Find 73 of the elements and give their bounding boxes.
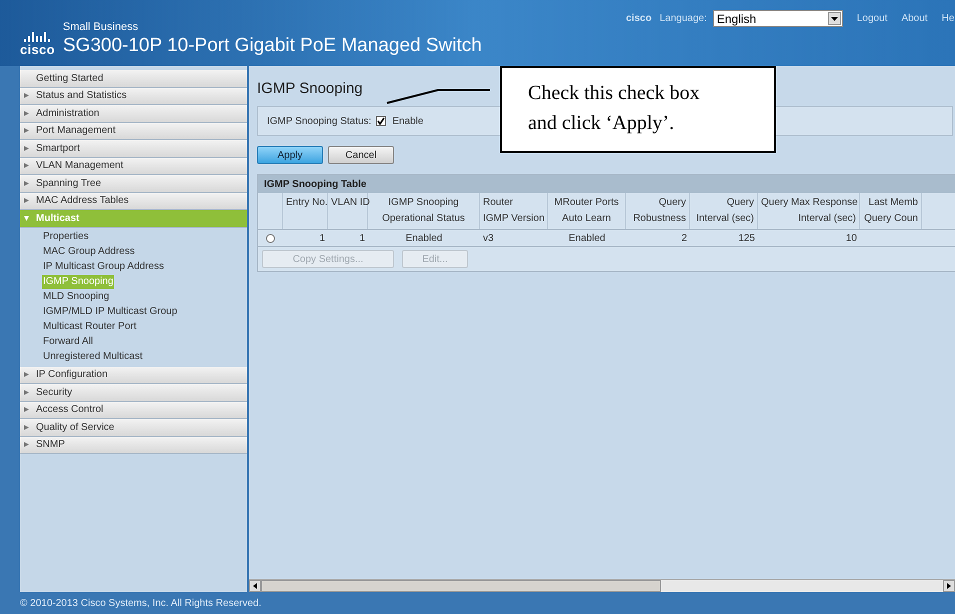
submenu-item[interactable]: Forward All	[42, 335, 94, 349]
submenu-item[interactable]: Multicast Router Port	[42, 320, 138, 334]
enable-label: Enable	[392, 114, 424, 128]
column-header: Query Interval (sec)	[690, 193, 758, 229]
sidebar-item[interactable]: Status and Statistics	[20, 88, 247, 105]
column-header: IGMP Snooping Operational Status	[368, 193, 480, 229]
sidebar-item[interactable]: SNMP	[20, 436, 247, 454]
column-header: Query Robustness	[626, 193, 690, 229]
logo-bars-icon	[23, 31, 52, 43]
column-header: VLAN ID	[328, 193, 368, 229]
scroll-right-icon[interactable]	[947, 583, 951, 589]
column-header: MRouter Ports Auto Learn	[548, 193, 626, 229]
callout-box: Check this check box and click ‘Apply’.	[500, 66, 776, 153]
column-header: Entry No.	[283, 193, 328, 229]
table-cell-text: 10	[844, 232, 858, 246]
header-link[interactable]: Logout	[856, 11, 888, 26]
submenu-item[interactable]: IP Multicast Group Address	[42, 260, 165, 274]
header-link[interactable]: Hel	[942, 11, 955, 26]
row-radio[interactable]	[266, 234, 275, 242]
language-label: Language:	[660, 12, 707, 26]
caret-right-icon	[24, 163, 29, 168]
enable-checkbox[interactable]	[376, 116, 386, 126]
caret-right-icon	[24, 442, 29, 448]
table-title: IGMP Snooping Table	[258, 175, 955, 193]
sidebar-item[interactable]: Administration	[20, 105, 247, 122]
submenu-item[interactable]: Properties	[42, 230, 90, 244]
sidebar-item[interactable]: Port Management	[20, 122, 247, 140]
table-cell-text: 2	[680, 232, 688, 246]
submenu-item[interactable]: MLD Snooping	[42, 290, 110, 304]
table-cell-text: 1	[358, 232, 366, 246]
user-name: cisco	[626, 12, 652, 26]
sidebar-item[interactable]: MAC Address Tables	[20, 192, 247, 210]
caret-right-icon	[24, 424, 29, 430]
caret-right-icon	[24, 110, 29, 116]
sidebar-item[interactable]: Quality of Service	[20, 419, 247, 436]
column-header: Last Memb Query Coun	[860, 193, 922, 229]
column-header: Query Max Response Interval (sec)	[758, 193, 860, 229]
sidebar-item[interactable]: Getting Started	[20, 70, 247, 88]
cancel-button[interactable]: Cancel	[328, 146, 394, 164]
copyright-text: © 2010-2013 Cisco Systems, Inc. All Rights Reserved.	[19, 596, 262, 610]
status-label: IGMP Snooping Status:	[267, 114, 372, 128]
page-title: IGMP Snooping	[257, 80, 363, 98]
sidebar-item[interactable]: Access Control	[20, 402, 247, 419]
caret-right-icon	[24, 407, 29, 412]
scroll-left-icon[interactable]	[253, 583, 257, 589]
caret-right-icon	[24, 372, 29, 378]
horizontal-scrollbar[interactable]	[249, 579, 955, 592]
caret-down-icon	[24, 216, 29, 221]
brand-logo: cisco	[20, 43, 55, 57]
table-cell-text: Enabled	[568, 232, 606, 246]
submenu-item[interactable]: MAC Group Address	[42, 245, 136, 259]
brand-subtitle: Small Business	[62, 21, 140, 34]
sidebar-item[interactable]: Security	[20, 384, 247, 402]
sidebar-item[interactable]: Spanning Tree	[20, 175, 247, 192]
language-select[interactable]: English	[712, 10, 843, 27]
submenu-item[interactable]: IGMP/MLD IP Multicast Group	[42, 305, 178, 319]
table-cell-text: v3	[482, 232, 495, 246]
header-link[interactable]: About	[901, 11, 928, 26]
caret-right-icon	[24, 93, 29, 98]
caret-right-icon	[24, 180, 29, 186]
caret-right-icon	[24, 198, 29, 204]
caret-right-icon	[24, 146, 29, 151]
sidebar-item[interactable]: VLAN Management	[20, 158, 247, 175]
apply-button[interactable]: Apply	[257, 146, 323, 164]
device-title: SG300-10P 10-Port Gigabit PoE Managed Switch	[62, 34, 482, 58]
submenu-item[interactable]: Unregistered Multicast	[42, 350, 144, 364]
table-cell-text: 1	[318, 232, 326, 246]
caret-right-icon	[24, 128, 29, 134]
table-cell-text: Enabled	[404, 232, 444, 246]
caret-right-icon	[24, 390, 29, 395]
table-cell-text: 125	[737, 232, 756, 246]
sidebar-item[interactable]: Smartport	[20, 140, 247, 158]
sidebar-item[interactable]: IP Configuration	[20, 366, 247, 384]
